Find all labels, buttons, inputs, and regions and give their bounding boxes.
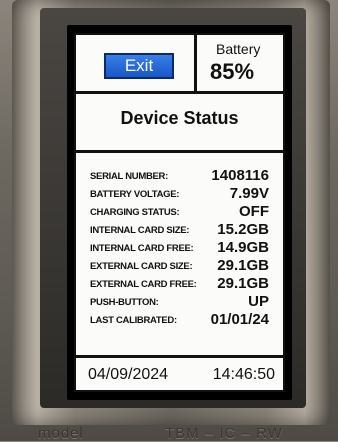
status-value: 01/01/24 [210,311,269,328]
status-row-battery-voltage: BATTERY VOLTAGE: 7.99V [76,185,283,202]
status-row-internal-card-size: INTERNAL CARD SIZE: 15.2GB [76,221,283,238]
battery-percentage: 85% [210,59,255,84]
status-row-external-card-size: EXTERNAL CARD SIZE: 29.1GB [76,257,283,274]
top-divider [194,35,197,91]
top-bar: Exit Battery 85% [76,35,283,94]
status-label: LAST CALIBRATED: [90,315,177,326]
status-label: PUSH-BUTTON: [90,297,159,308]
status-value: 14.9GB [217,239,269,256]
status-row-push-button: PUSH-BUTTON: UP [76,293,283,310]
status-value: 15.2GB [217,221,269,238]
status-row-last-calibrated: LAST CALIBRATED: 01/01/24 [76,311,283,328]
status-value: 29.1GB [217,257,269,274]
page-title: Device Status [120,108,239,128]
device-status-screen: Exit Battery 85% Device Status SERIAL NU… [74,33,285,392]
exit-button[interactable]: Exit [104,53,174,79]
battery-label: Battery [216,41,261,57]
current-date: 04/09/2024 [88,366,169,383]
status-value: 7.99V [229,185,269,202]
status-value: 1408116 [211,167,269,184]
status-value: 29.1GB [217,275,269,292]
status-label: INTERNAL CARD FREE: [90,243,194,254]
status-label: EXTERNAL CARD FREE: [90,279,197,290]
datetime-bar: 04/09/2024 14:46:50 [76,355,283,393]
status-value: UP [248,293,269,310]
status-value: OFF [239,203,269,220]
status-row-serial-number: SERIAL NUMBER: 1408116 [76,167,283,184]
status-row-internal-card-free: INTERNAL CARD FREE: 14.9GB [76,239,283,256]
model-code: TBM – IC – RW [165,425,283,442]
status-row-external-card-free: EXTERNAL CARD FREE: 29.1GB [76,275,283,292]
title-bar: Device Status [76,94,283,153]
status-label: CHARGING STATUS: [90,207,180,218]
current-time: 14:46:50 [212,366,275,383]
status-label: INTERNAL CARD SIZE: [90,225,190,236]
status-row-charging-status: CHARGING STATUS: OFF [76,203,283,220]
status-label: BATTERY VOLTAGE: [90,189,180,200]
status-label: EXTERNAL CARD SIZE: [90,261,193,272]
model-label: model [38,425,84,442]
status-label: SERIAL NUMBER: [90,171,168,182]
